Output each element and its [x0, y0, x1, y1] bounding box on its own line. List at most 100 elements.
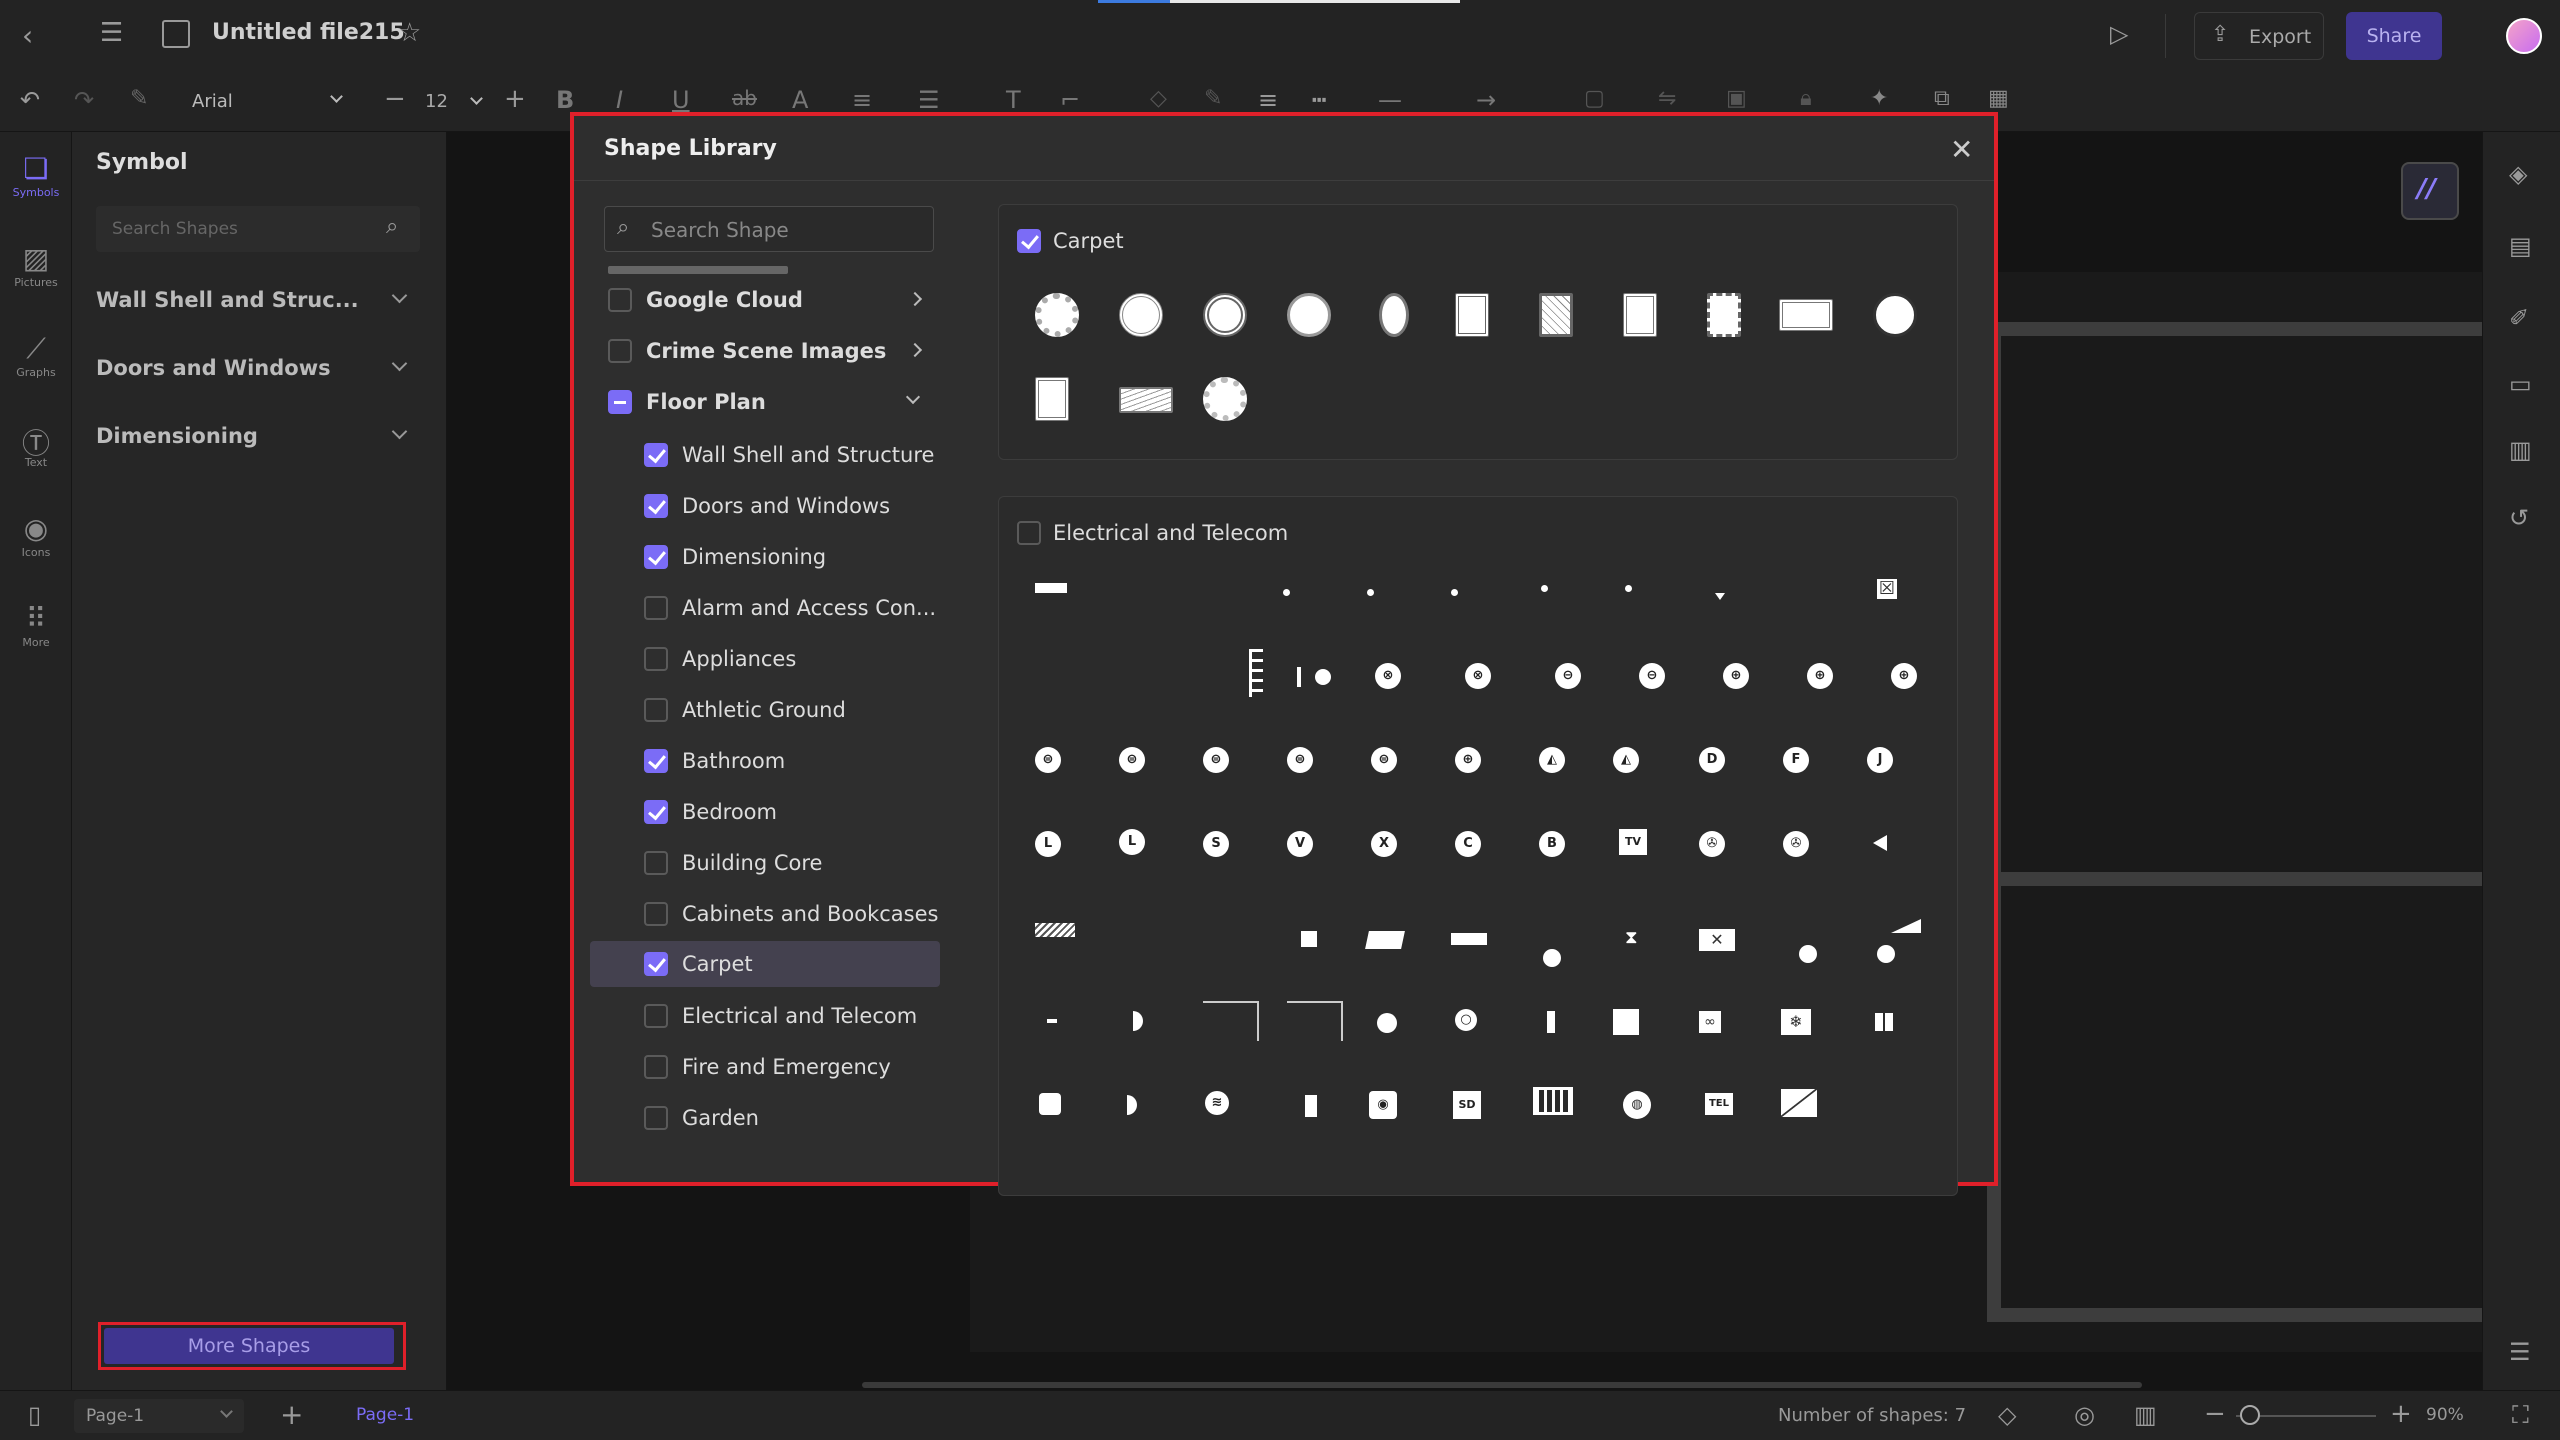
- sub-item-building-core[interactable]: Building Core: [590, 841, 940, 885]
- undo-icon[interactable]: ↶: [20, 88, 40, 112]
- round-carpet-shape[interactable]: [1873, 293, 1917, 337]
- wiring-shape[interactable]: [1203, 1001, 1259, 1041]
- letter-outlet-shape[interactable]: X: [1371, 831, 1397, 857]
- rail-symbols[interactable]: ❏ Symbols: [0, 152, 72, 199]
- receptacle-shape[interactable]: ⊜: [1035, 747, 1061, 773]
- outlet-grid-shape[interactable]: ⊕: [1891, 663, 1917, 689]
- runner-carpet-shape[interactable]: [1779, 299, 1833, 331]
- tv-outlet-shape[interactable]: TV: [1619, 829, 1647, 855]
- speaker-shape[interactable]: [1873, 835, 1887, 851]
- square-shape[interactable]: [1613, 1009, 1639, 1035]
- redo-icon[interactable]: ↷: [74, 88, 94, 112]
- category-google-cloud[interactable]: Google Cloud: [590, 280, 940, 320]
- category-crime-scene[interactable]: Crime Scene Images: [590, 331, 940, 371]
- add-page-icon[interactable]: +: [280, 1401, 303, 1429]
- lock-icon[interactable]: 🔒︎: [1800, 88, 1812, 110]
- dash-style-icon[interactable]: ┅: [1312, 88, 1326, 112]
- letter-outlet-shape[interactable]: B: [1539, 831, 1565, 857]
- page-tab[interactable]: Page-1: [356, 1405, 414, 1425]
- settings-list-icon[interactable]: ☰: [2509, 1340, 2531, 1364]
- round-carpet-shape[interactable]: [1035, 293, 1079, 337]
- section-wall-shell[interactable]: Wall Shell and Struc...: [96, 282, 426, 322]
- sub-item-cabinets[interactable]: Cabinets and Bookcases: [590, 892, 940, 936]
- zoom-slider-thumb[interactable]: [2240, 1405, 2260, 1425]
- outlet-shape[interactable]: ⊖: [1639, 663, 1665, 689]
- half-circle-shape[interactable]: [1133, 1011, 1143, 1031]
- circle-shape[interactable]: [1543, 949, 1561, 967]
- ring-shape[interactable]: ○: [1455, 1009, 1477, 1031]
- wifi-shape[interactable]: ≋: [1205, 1091, 1229, 1115]
- checkbox[interactable]: [644, 851, 668, 875]
- line-weight-icon[interactable]: ≡: [1258, 88, 1278, 112]
- rail-graphs[interactable]: ⟋ Graphs: [0, 332, 72, 379]
- shadow-icon[interactable]: ▢: [1584, 88, 1605, 110]
- rounded-box-shape[interactable]: [1039, 1093, 1061, 1115]
- receptacle-shape[interactable]: ⊜: [1119, 747, 1145, 773]
- receptacle-shape[interactable]: ⊜: [1287, 747, 1313, 773]
- meter-shape[interactable]: [1533, 1087, 1573, 1115]
- crossed-box-shape[interactable]: ✕: [1699, 929, 1735, 951]
- history-icon[interactable]: ↺: [2509, 506, 2529, 530]
- rail-more[interactable]: ⠿ More: [0, 602, 72, 649]
- fan-shape[interactable]: ✇: [1699, 831, 1725, 857]
- round-carpet-shape[interactable]: [1203, 293, 1247, 337]
- checkbox[interactable]: [644, 647, 668, 671]
- circle-shape[interactable]: [1877, 945, 1895, 963]
- horizontal-scrollbar[interactable]: [862, 1382, 2142, 1388]
- pen-icon[interactable]: ✎: [1204, 88, 1222, 110]
- more-shapes-button[interactable]: More Shapes: [104, 1328, 394, 1364]
- font-size[interactable]: 12: [425, 91, 448, 112]
- checkbox[interactable]: [644, 800, 668, 824]
- switch-shape[interactable]: [1297, 667, 1333, 687]
- sub-item-electrical[interactable]: Electrical and Telecom: [590, 994, 940, 1038]
- sub-item-wall-shell[interactable]: Wall Shell and Structure: [590, 433, 940, 477]
- flip-icon[interactable]: ⇋: [1658, 88, 1676, 110]
- font-select[interactable]: Arial: [180, 82, 352, 122]
- library-search-input[interactable]: ⌕ Search Shape: [604, 206, 934, 252]
- category-floor-plan[interactable]: Floor Plan: [590, 382, 940, 422]
- checkbox[interactable]: [644, 749, 668, 773]
- export-button[interactable]: ⇪ Export: [2194, 12, 2324, 60]
- point-shape[interactable]: [1283, 589, 1290, 596]
- small-box-shape[interactable]: [1301, 931, 1317, 947]
- checkbox[interactable]: [644, 545, 668, 569]
- point-shape[interactable]: [1625, 585, 1632, 592]
- dash-shape[interactable]: [1047, 1019, 1057, 1023]
- outlet-grid-shape[interactable]: ⊕: [1807, 663, 1833, 689]
- receptacle-shape[interactable]: D: [1699, 747, 1725, 773]
- letter-outlet-shape[interactable]: V: [1287, 831, 1313, 857]
- outlet-x-shape[interactable]: ⊗: [1375, 663, 1401, 689]
- receptacle-shape[interactable]: ◭: [1539, 747, 1565, 773]
- dotted-carpet-shape[interactable]: [1203, 377, 1247, 421]
- rail-icons[interactable]: ◉ Icons: [0, 512, 72, 559]
- zoom-level[interactable]: 90%: [2426, 1405, 2464, 1425]
- round-carpet-shape[interactable]: [1287, 293, 1331, 337]
- wiring-shape[interactable]: [1287, 1001, 1343, 1041]
- letter-outlet-shape[interactable]: C: [1455, 831, 1481, 857]
- underline-icon[interactable]: U: [672, 88, 690, 112]
- file-icon[interactable]: [162, 20, 190, 48]
- receptacle-shape[interactable]: ⊕: [1455, 747, 1481, 773]
- rail-text[interactable]: Ⓣ Text: [0, 422, 72, 469]
- outlet-x-shape[interactable]: ⊗: [1465, 663, 1491, 689]
- sub-item-doors-windows[interactable]: Doors and Windows: [590, 484, 940, 528]
- align-icon[interactable]: ≡: [852, 88, 872, 112]
- smoke-detector-shape[interactable]: SD: [1453, 1091, 1481, 1119]
- striped-carpet-shape[interactable]: [1119, 387, 1173, 413]
- fill-icon[interactable]: ◇: [1150, 88, 1167, 110]
- telephone-shape[interactable]: TEL: [1705, 1093, 1733, 1115]
- checkbox[interactable]: [644, 1004, 668, 1028]
- close-icon[interactable]: ✕: [1950, 136, 1973, 164]
- replace-icon[interactable]: ⧉: [1934, 88, 1950, 110]
- checkbox[interactable]: [644, 1106, 668, 1130]
- style-icon[interactable]: ◈: [2509, 162, 2527, 186]
- search-icon[interactable]: ⌕: [386, 216, 398, 238]
- sub-item-garden[interactable]: Garden: [590, 1096, 940, 1140]
- patterned-carpet-shape[interactable]: [1539, 293, 1573, 337]
- sub-item-alarm[interactable]: Alarm and Access Con...: [590, 586, 940, 630]
- section-doors-windows[interactable]: Doors and Windows: [96, 350, 426, 390]
- hatched-panel-shape[interactable]: [1035, 923, 1075, 937]
- file-title[interactable]: Untitled file215: [212, 20, 405, 45]
- letter-outlet-shape[interactable]: L: [1035, 831, 1061, 857]
- sub-item-appliances[interactable]: Appliances: [590, 637, 940, 681]
